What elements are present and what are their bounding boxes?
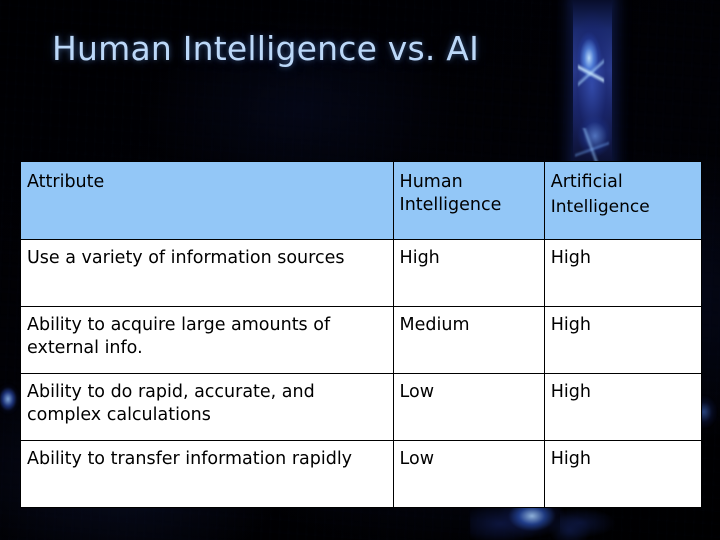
table-row: Ability to acquire large amounts of exte… <box>20 306 703 374</box>
table-row: Ability to transfer information rapidly … <box>20 440 703 508</box>
column-header-human-line2: Intelligence <box>399 195 502 215</box>
column-header-human-line1: Human <box>399 172 463 192</box>
cell-ai-rating: High <box>543 373 703 441</box>
column-header-human-intelligence: Human Intelligence <box>392 161 545 240</box>
cell-ai-rating: High <box>543 306 703 374</box>
cell-human-rating: Low <box>392 440 545 508</box>
cell-human-rating: High <box>392 239 545 307</box>
blue-plasma-strip-decoration <box>573 0 612 182</box>
blue-glow-bottom-secondary-decoration <box>560 505 650 540</box>
cell-human-rating: Low <box>392 373 545 441</box>
column-header-artificial-intelligence: Artificial Intelligence <box>543 161 703 240</box>
cell-attribute: Ability to do rapid, accurate, and compl… <box>20 373 394 441</box>
cell-human-rating: Medium <box>392 306 545 374</box>
slide-canvas: Human Intelligence vs. AI Attribute Huma… <box>0 0 720 540</box>
page-title: Human Intelligence vs. AI <box>52 29 480 68</box>
table-header-row: Attribute Human Intelligence Artificial … <box>20 161 703 240</box>
cell-attribute: Ability to acquire large amounts of exte… <box>20 306 394 374</box>
cell-ai-rating: High <box>543 239 703 307</box>
table-row: Use a variety of information sources Hig… <box>20 239 703 307</box>
cell-ai-rating: High <box>543 440 703 508</box>
column-header-attribute-label: Attribute <box>27 172 105 192</box>
comparison-table: Attribute Human Intelligence Artificial … <box>20 161 703 508</box>
blue-fleck-left-decoration <box>0 383 22 417</box>
column-header-ai-line1: Artificial <box>550 172 623 192</box>
column-header-ai-line2: Intelligence <box>550 197 650 217</box>
table-row: Ability to do rapid, accurate, and compl… <box>20 373 703 441</box>
table-body: Use a variety of information sources Hig… <box>20 239 703 508</box>
cell-attribute: Use a variety of information sources <box>20 239 394 307</box>
cell-attribute: Ability to transfer information rapidly <box>20 440 394 508</box>
column-header-attribute: Attribute <box>20 161 394 240</box>
table-header: Attribute Human Intelligence Artificial … <box>20 161 703 240</box>
